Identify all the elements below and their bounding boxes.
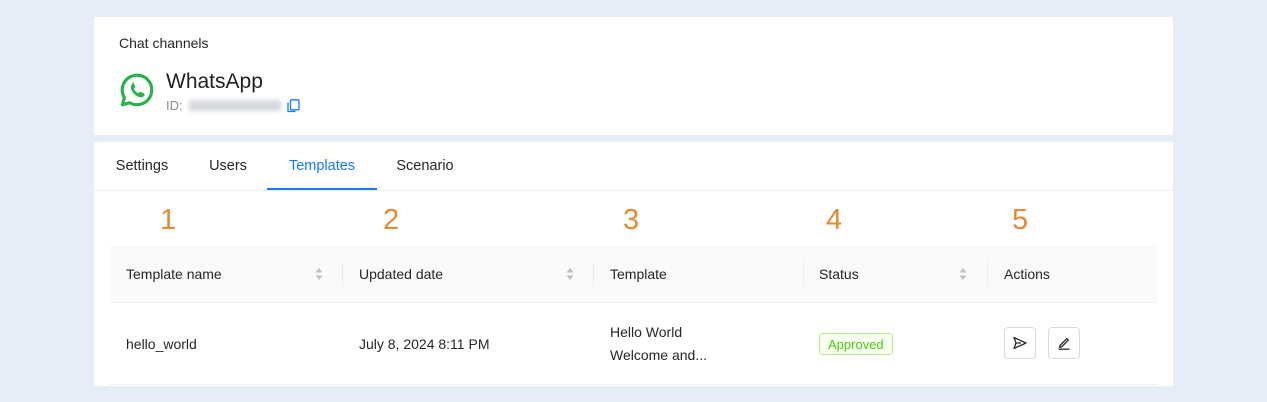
template-preview-line: Welcome and... (610, 347, 708, 363)
whatsapp-icon (120, 73, 154, 107)
edit-template-button[interactable] (1048, 327, 1080, 359)
sort-icon[interactable] (315, 267, 323, 281)
channel-id-value-redacted (188, 100, 281, 111)
tab-scenario[interactable]: Scenario (396, 142, 454, 189)
table-row: hello_world July 8, 2024 8:11 PM Hello W… (110, 303, 1157, 385)
column-divider (803, 262, 804, 286)
sort-icon[interactable] (959, 267, 967, 281)
tab-bar: Settings Users Templates Scenario (94, 142, 1173, 191)
column-divider (593, 262, 594, 286)
template-name-cell: hello_world (126, 336, 197, 352)
annotation-number: 3 (623, 204, 640, 236)
send-icon (1013, 336, 1027, 350)
tab-settings[interactable]: Settings (115, 142, 169, 189)
column-header-template-name[interactable]: Template name (126, 245, 222, 302)
annotation-number: 1 (160, 204, 177, 236)
template-preview-cell: Hello World Welcome and... (610, 321, 707, 367)
sort-icon[interactable] (566, 267, 574, 281)
copy-icon[interactable] (286, 98, 300, 113)
edit-icon (1058, 338, 1070, 350)
channel-id-row: ID: (166, 98, 300, 113)
send-template-button[interactable] (1004, 327, 1036, 359)
column-header-actions: Actions (1004, 266, 1050, 282)
annotation-number: 4 (826, 204, 843, 236)
column-header-status[interactable]: Status (819, 245, 859, 302)
annotation-number: 2 (383, 204, 400, 236)
channel-header-card: Chat channels WhatsApp ID: (94, 17, 1173, 135)
updated-date-cell: July 8, 2024 8:11 PM (359, 336, 490, 352)
channel-name: WhatsApp (166, 70, 263, 93)
column-header-template: Template (610, 266, 667, 282)
column-header-updated-date[interactable]: Updated date (359, 245, 443, 302)
template-preview-line: Hello World (610, 324, 683, 340)
column-divider (987, 262, 988, 286)
templates-card: Settings Users Templates Scenario 1 2 3 … (94, 142, 1173, 386)
channel-id-label: ID: (166, 98, 183, 113)
breadcrumb[interactable]: Chat channels (119, 35, 209, 51)
annotation-number: 5 (1012, 204, 1029, 236)
tab-templates[interactable]: Templates (267, 142, 377, 190)
column-divider (342, 262, 343, 286)
tab-users[interactable]: Users (208, 142, 248, 189)
table-header: Template name Updated date Template Stat… (110, 245, 1157, 303)
status-badge: Approved (819, 333, 893, 355)
